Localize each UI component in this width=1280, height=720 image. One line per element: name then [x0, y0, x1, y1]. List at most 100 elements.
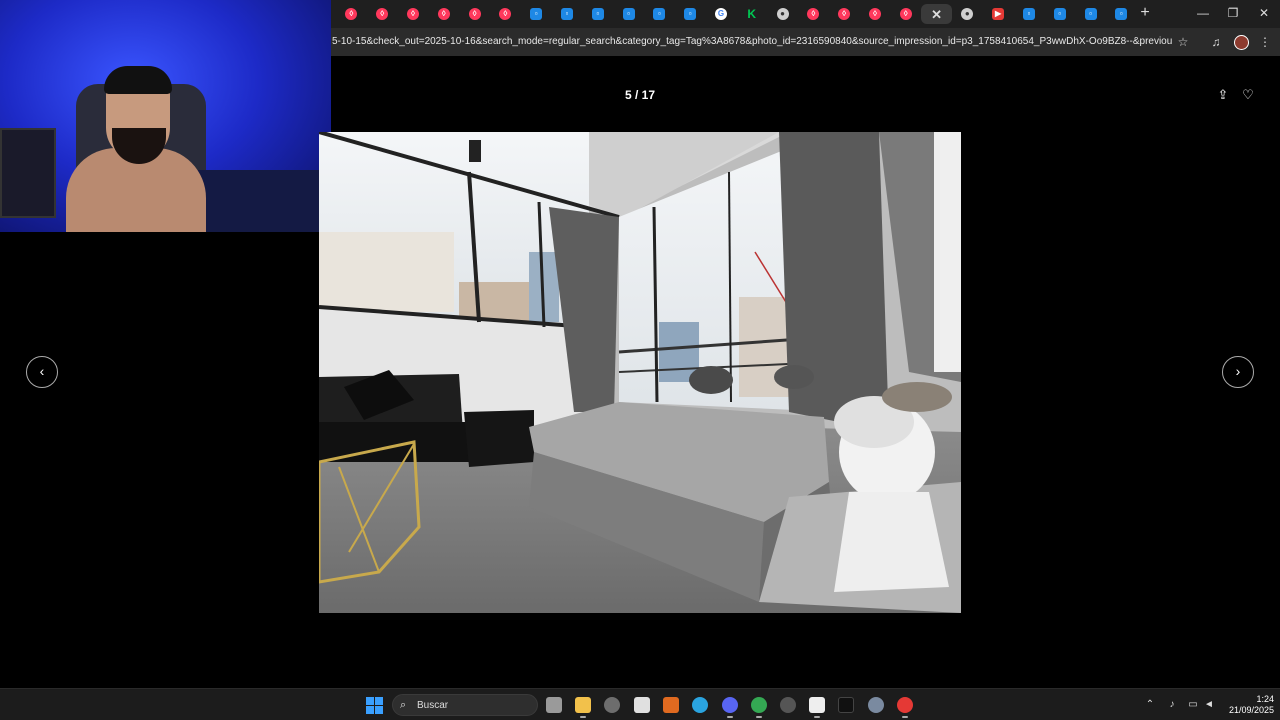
airbnb-icon: ◊ — [437, 8, 450, 20]
browser-tab[interactable]: ◊ — [336, 4, 367, 24]
start-logo-tile — [375, 706, 383, 714]
windows-start-button[interactable] — [366, 697, 383, 714]
browser-tab[interactable]: G — [706, 4, 737, 24]
minimize-button[interactable]: — — [1192, 4, 1214, 22]
profile-avatar[interactable] — [1234, 35, 1249, 50]
booking-icon: ▫ — [591, 8, 604, 20]
airbnb-icon: ◊ — [468, 8, 481, 20]
airbnb-icon: ◊ — [499, 8, 512, 20]
webcam-overlay — [0, 0, 331, 232]
booking-icon: ▫ — [653, 8, 666, 20]
media-control-icon[interactable]: ♫ — [1208, 34, 1224, 50]
start-logo-tile — [366, 697, 374, 705]
streamer-cap — [104, 66, 172, 94]
browser-tab[interactable]: ◊ — [398, 4, 429, 24]
booking-icon: ▫ — [1115, 8, 1128, 20]
airbnb-icon: ◊ — [376, 8, 389, 20]
browser-tab[interactable]: ◊ — [890, 4, 921, 24]
browser-tab[interactable]: ▫ — [552, 4, 583, 24]
address-bar[interactable]: 5-10-15&check_out=2025-10-16&search_mode… — [332, 36, 1172, 47]
browser-tab[interactable]: ◊ — [829, 4, 860, 24]
restore-button[interactable]: ❐ — [1222, 4, 1244, 22]
share-icon[interactable]: ⇪ — [1215, 87, 1231, 103]
wall-poster — [0, 128, 56, 218]
start-logo-tile — [375, 697, 383, 705]
browser-tab[interactable]: K — [736, 4, 767, 24]
airbnb-icon: ◊ — [807, 8, 820, 20]
chrome-taskbar-icon[interactable] — [751, 697, 767, 718]
airbnb-icon: ◊ — [345, 8, 358, 20]
chrome-icon: ● — [776, 8, 789, 20]
booking-icon: ▫ — [684, 8, 697, 20]
microphone-icon[interactable]: ♪ — [1165, 698, 1179, 712]
system-clock[interactable]: 1:24 21/09/2025 — [1218, 694, 1274, 716]
volume-icon[interactable]: ◄ — [1202, 698, 1216, 712]
airbnb-icon: ◊ — [868, 8, 881, 20]
search-icon: ⌕ — [400, 699, 407, 711]
browser-tab[interactable]: ◊ — [428, 4, 459, 24]
browser-tab[interactable]: ▫ — [675, 4, 706, 24]
booking-icon: ▫ — [560, 8, 573, 20]
youtube-icon: ▶ — [992, 8, 1005, 20]
browser-tab[interactable]: ● — [952, 4, 983, 24]
listing-photo — [319, 132, 961, 613]
network-icon[interactable]: ▭ — [1186, 698, 1200, 712]
task-view-icon[interactable] — [546, 697, 562, 713]
taskbar: ⌕ Buscar ⌃ ♪ ▭ ◄ 1:24 21/09/2025 — [0, 688, 1280, 720]
edge-icon[interactable] — [692, 697, 708, 713]
booking-icon: ▫ — [1084, 8, 1097, 20]
browser-tab[interactable]: ▫ — [1014, 4, 1045, 24]
chrome-icon: ● — [961, 8, 974, 20]
browser-tab[interactable]: ▫ — [644, 4, 675, 24]
store-icon[interactable] — [634, 697, 650, 713]
browser-tab[interactable]: ◊ — [367, 4, 398, 24]
airbnb-icon: ◊ — [838, 8, 851, 20]
browser-tab[interactable]: ● — [767, 4, 798, 24]
photo-counter: 5 / 17 — [624, 88, 656, 102]
browser-tab[interactable]: ◊ — [490, 4, 521, 24]
browser-tab[interactable]: ▫ — [582, 4, 613, 24]
browser-tab[interactable]: ▫ — [613, 4, 644, 24]
booking-icon: ▫ — [530, 8, 543, 20]
browser-tab[interactable]: ◊ — [860, 4, 891, 24]
tiktok-icon[interactable] — [838, 697, 854, 713]
google-icon: G — [714, 8, 727, 20]
tab-list: ◊ ◊ ◊ ◊ ◊ ◊ ▫ ▫ ▫ ▫ ▫ ▫ G K ● ◊ ◊ ◊ ◊ ✕ ● ▶ ▫ ▫ ▫ ▫ — [336, 4, 1137, 24]
browser-tab[interactable]: ▫ — [1044, 4, 1075, 24]
browser-tab[interactable]: ▫ — [521, 4, 552, 24]
booking-icon: ▫ — [622, 8, 635, 20]
browser-menu-icon[interactable]: ⋮ — [1257, 34, 1273, 50]
brave-icon[interactable] — [663, 697, 679, 713]
next-photo-button[interactable]: › — [1222, 356, 1254, 388]
settings-icon[interactable] — [868, 697, 884, 713]
airbnb-icon: ◊ — [899, 8, 912, 20]
chevron-up-icon[interactable]: ⌃ — [1143, 698, 1157, 712]
browser-tab[interactable]: ▫ — [1106, 4, 1137, 24]
file-explorer-icon[interactable] — [575, 697, 591, 718]
app-icon[interactable] — [604, 697, 620, 713]
capcut-icon[interactable] — [809, 697, 825, 718]
kiwi-icon: K — [747, 7, 757, 21]
booking-icon: ▫ — [1053, 8, 1066, 20]
airbnb-icon: ◊ — [406, 8, 419, 20]
taskbar-search[interactable]: ⌕ Buscar — [392, 694, 538, 716]
desk — [190, 170, 331, 232]
window-close-button[interactable]: ✕ — [1253, 4, 1275, 22]
bookmark-star-icon[interactable]: ☆ — [1175, 34, 1191, 50]
previous-photo-button[interactable]: ‹ — [26, 356, 58, 388]
browser-tab[interactable]: ▶ — [983, 4, 1014, 24]
browser-tab[interactable]: ◊ — [459, 4, 490, 24]
bedroom-photo-illustration — [319, 132, 961, 613]
app-icon[interactable] — [780, 697, 796, 713]
heart-icon[interactable]: ♡ — [1240, 87, 1256, 103]
new-tab-button[interactable]: + — [1136, 4, 1154, 22]
media-player-icon[interactable] — [897, 697, 913, 718]
browser-tab[interactable]: ✕ — [921, 4, 952, 24]
discord-icon[interactable] — [722, 697, 738, 718]
clock-date: 21/09/2025 — [1228, 705, 1274, 715]
browser-tab[interactable]: ◊ — [798, 4, 829, 24]
browser-tab[interactable]: ▫ — [1075, 4, 1106, 24]
clock-time: 1:24 — [1256, 694, 1274, 704]
close-icon[interactable]: ✕ — [931, 8, 943, 21]
search-placeholder: Buscar — [417, 700, 449, 711]
